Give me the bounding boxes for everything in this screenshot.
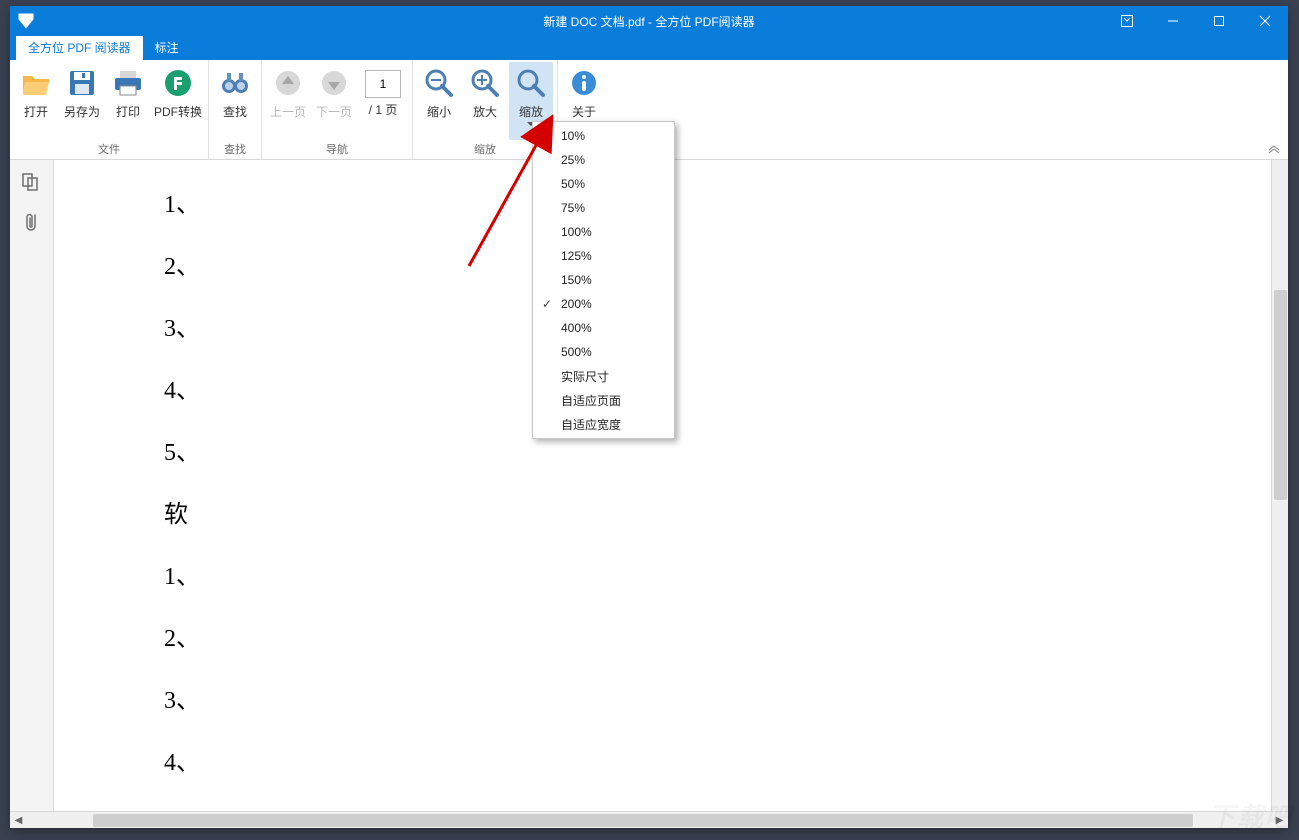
document-text-line: 5、 — [164, 422, 200, 484]
left-sidebar — [10, 160, 54, 811]
document-text-line: 3、 — [164, 298, 200, 360]
ribbon-tabs: 全方位 PDF 阅读器 标注 — [10, 36, 1288, 60]
zoom-menu-item[interactable]: 10% — [533, 124, 674, 148]
ribbon-group-find: 查找 查找 — [209, 60, 262, 159]
vertical-scrollbar[interactable] — [1271, 160, 1288, 811]
ribbon-group-nav: 上一页 下一页 / 1 页 导航 — [262, 60, 413, 159]
zoom-in-button[interactable]: 放大 — [463, 62, 507, 140]
minimize-button[interactable] — [1150, 6, 1196, 36]
zoom-menu-item-label: 400% — [561, 321, 592, 335]
close-button[interactable] — [1242, 6, 1288, 36]
maximize-button[interactable] — [1196, 6, 1242, 36]
zoom-menu-item[interactable]: 125% — [533, 244, 674, 268]
document-text-line: 4、 — [164, 360, 200, 422]
document-text-line: 1、 — [164, 546, 200, 608]
zoom-in-icon — [468, 66, 502, 100]
zoom-menu-item-label: 自适应页面 — [561, 392, 621, 409]
zoom-out-button[interactable]: 缩小 — [417, 62, 461, 140]
save-icon — [65, 66, 99, 100]
document-text-line: 3、 — [164, 670, 200, 732]
magnifier-icon — [514, 66, 548, 100]
zoom-menu-item[interactable]: 75% — [533, 196, 674, 220]
document-text-line: 软 — [164, 794, 200, 811]
zoom-out-icon — [422, 66, 456, 100]
window-controls — [1104, 6, 1288, 36]
arrow-down-icon — [317, 66, 351, 100]
save-as-button[interactable]: 另存为 — [60, 62, 104, 140]
open-button[interactable]: 打开 — [14, 62, 58, 140]
vertical-scroll-thumb[interactable] — [1274, 290, 1287, 500]
check-icon: ✓ — [533, 297, 561, 311]
page-number-control: / 1 页 — [358, 62, 408, 140]
zoom-menu-item-label: 500% — [561, 345, 592, 359]
pdf-convert-icon — [161, 66, 195, 100]
zoom-menu-item-label: 50% — [561, 177, 585, 191]
binoculars-icon — [218, 66, 252, 100]
printer-icon — [111, 66, 145, 100]
zoom-menu-item-label: 实际尺寸 — [561, 368, 609, 385]
tab-reader[interactable]: 全方位 PDF 阅读器 — [16, 35, 143, 60]
zoom-dropdown-menu: 10%25%50%75%100%125%150%✓200%400%500%实际尺… — [532, 121, 675, 439]
titlebar: 新建 DOC 文档.pdf - 全方位 PDF阅读器 — [10, 6, 1288, 36]
prev-page-button[interactable]: 上一页 — [266, 62, 310, 140]
group-label-nav: 导航 — [266, 140, 408, 159]
zoom-menu-item[interactable]: 100% — [533, 220, 674, 244]
document-text-line: 2、 — [164, 236, 200, 298]
scroll-left-button[interactable]: ◀ — [10, 812, 27, 828]
next-page-button[interactable]: 下一页 — [312, 62, 356, 140]
page-number-input[interactable] — [365, 70, 401, 98]
zoom-menu-item-label: 25% — [561, 153, 585, 167]
document-text-line: 4、 — [164, 732, 200, 794]
window-title: 新建 DOC 文档.pdf - 全方位 PDF阅读器 — [10, 13, 1288, 30]
zoom-menu-item[interactable]: 实际尺寸 — [533, 364, 674, 388]
zoom-menu-item[interactable]: 150% — [533, 268, 674, 292]
document-text-line: 2、 — [164, 608, 200, 670]
zoom-menu-item-label: 10% — [561, 129, 585, 143]
zoom-menu-item[interactable]: ✓200% — [533, 292, 674, 316]
zoom-menu-item-label: 自适应宽度 — [561, 416, 621, 433]
arrow-up-icon — [271, 66, 305, 100]
app-logo-icon — [14, 9, 38, 33]
horizontal-scrollbar[interactable]: ◀ ▶ — [10, 811, 1288, 828]
scroll-track[interactable] — [27, 812, 1271, 828]
watermark-text: 下载吧 — [1209, 797, 1293, 834]
tab-annotate[interactable]: 标注 — [143, 35, 191, 60]
collapse-ribbon-button[interactable] — [1266, 141, 1282, 155]
folder-open-icon — [19, 66, 53, 100]
zoom-menu-item[interactable]: 自适应页面 — [533, 388, 674, 412]
document-text-line: 1、 — [164, 174, 200, 236]
zoom-menu-item[interactable]: 50% — [533, 172, 674, 196]
find-button[interactable]: 查找 — [213, 62, 257, 140]
zoom-menu-item-label: 75% — [561, 201, 585, 215]
zoom-menu-item[interactable]: 400% — [533, 316, 674, 340]
zoom-menu-item[interactable]: 500% — [533, 340, 674, 364]
horizontal-scroll-thumb[interactable] — [93, 814, 1193, 827]
print-button[interactable]: 打印 — [106, 62, 150, 140]
zoom-menu-item-label: 200% — [561, 297, 592, 311]
pdf-convert-button[interactable]: PDF转换 — [152, 62, 204, 140]
minimize-to-tray-button[interactable] — [1104, 6, 1150, 36]
group-label-file: 文件 — [14, 140, 204, 159]
group-label-find: 查找 — [213, 140, 257, 159]
zoom-menu-item[interactable]: 25% — [533, 148, 674, 172]
document-page: 1、2、3、4、5、软1、2、3、4、软 — [54, 160, 200, 811]
thumbnails-panel-button[interactable] — [19, 170, 45, 196]
zoom-menu-item-label: 125% — [561, 249, 592, 263]
document-text-line: 软 — [164, 484, 200, 546]
zoom-menu-item[interactable]: 自适应宽度 — [533, 412, 674, 436]
zoom-menu-item-label: 150% — [561, 273, 592, 287]
info-icon — [567, 66, 601, 100]
attachments-panel-button[interactable] — [19, 210, 45, 236]
zoom-menu-item-label: 100% — [561, 225, 592, 239]
ribbon-group-file: 打开 另存为 打印 P — [10, 60, 209, 159]
